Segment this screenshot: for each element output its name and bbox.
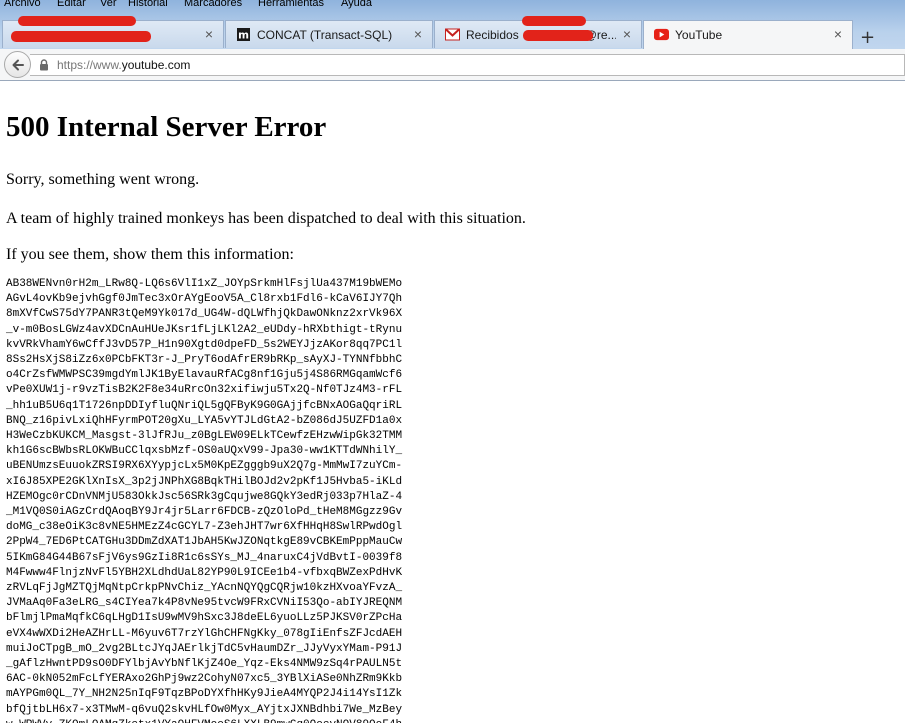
redaction-mark: [523, 30, 593, 41]
debug-info-line: _gAflzHwntPD9sO0DFYlbjAvYbNflKjZ4Oe_Yqz-…: [6, 658, 403, 671]
debug-info-line: eVX4wWXDi2HeAZHrLL-M6yuv6T7rzYlGhCHFNgKk…: [6, 627, 403, 640]
debug-info-line: H3WeCzbKUKCM_Masgst-3lJfRJu_z0BgLEW09ELk…: [6, 430, 403, 443]
close-tab-icon[interactable]: ×: [414, 26, 422, 42]
menu-herramientas[interactable]: Herramientas: [258, 0, 324, 9]
menu-historial[interactable]: Historial: [128, 0, 168, 9]
debug-info-line: JVMaAq0Fa3eLRG_s4CIYea7k4P8vNe95tvcW9FRx…: [6, 597, 403, 610]
debug-info-line: _hh1uB5U6q1T1726npDDIyfluQNriQL5gQFByK9G…: [6, 399, 403, 412]
debug-info-line: kh1G6scBWbsRLOKWBuCClqxsbMzf-OS0aUQxV99-…: [6, 445, 403, 458]
debug-info-line: vPe0XUW1j-r9vzTisB2K2F8e34uRrcOn32xifiwj…: [6, 384, 403, 397]
menu-bar: Archivo Editar Ver Historial Marcadores …: [0, 0, 905, 12]
tab-title: CONCAT (Transact-SQL): [257, 28, 393, 42]
debug-info-line: _M1VQ0S0iAGzCrdQAoqBY9Jr4jr5Larr6FDCB-zQ…: [6, 506, 403, 519]
debug-info-line: kvVRkVhamY6wCffJ3vD57P_H1n90Xgtd0dpeFD_5…: [6, 338, 403, 351]
redaction-mark: [11, 31, 151, 42]
redaction-mark: [18, 16, 136, 26]
redaction-mark: [522, 16, 586, 26]
url-domain: youtube.com: [121, 58, 191, 72]
debug-info-line: AGvL4ovKb9ejvhGgf0JmTec3xOrAYgEooV5A_Cl8…: [6, 293, 403, 306]
debug-info-line: bFlmjlPmaMqfkC6qLHgD1IsU9wMV9hSxc3J8deEL…: [6, 612, 403, 625]
tab-title: YouTube: [675, 28, 723, 42]
debug-info-line: AB38WENvn0rH2m_LRw8Q-LQ6s6VlI1xZ_JOYpSrk…: [6, 278, 403, 290]
menu-marcadores[interactable]: Marcadores: [184, 0, 242, 9]
menu-ver[interactable]: Ver: [100, 0, 117, 9]
close-tab-icon[interactable]: ×: [623, 26, 631, 42]
back-button[interactable]: [4, 51, 31, 78]
new-tab-button[interactable]: +: [860, 27, 875, 48]
msdn-m-icon: m: [237, 28, 250, 41]
debug-info-line: uBENUmzsEuuokZRSI9RX6XYypjcLx5M0KpEZgggb…: [6, 460, 403, 473]
error-description: A team of highly trained monkeys has bee…: [6, 210, 526, 227]
debug-info-line: _v-m0BosLGWz4avXDCnAuHUeJKsr1fLjLKl2A2_e…: [6, 323, 403, 336]
url-prefix: https://www.: [57, 58, 122, 72]
debug-info-line: 6AC-0kN052mFcLfYERAxo2GhPj9wz2CohyN07xc5…: [6, 673, 403, 686]
debug-info-line: doMG_c38eOiK3c8vNE5HMEzZ4cGCYL7-Z3ehJHT7…: [6, 521, 403, 534]
menu-editar[interactable]: Editar: [57, 0, 86, 9]
url-bar[interactable]: https://www.youtube.com: [30, 54, 905, 76]
url-text[interactable]: https://www.youtube.com: [57, 58, 190, 72]
debug-info-line: M4Fwww4FlnjzNvFl5YBH2XLdhdUaL82YP90L9ICE…: [6, 566, 403, 579]
svg-text:m: m: [238, 29, 249, 41]
tab-title-prefix: Recibidos: [466, 28, 519, 42]
debug-info-line: w_WPWVy_ZKOmLOAMqZkctx1VYaOHFVMeoS6LXXLB…: [6, 719, 402, 723]
gmail-icon: [445, 28, 460, 41]
error-heading: 500 Internal Server Error: [6, 111, 327, 143]
debug-info-line: 5IKmG84G44B67sFjV6ys9GzIi8R1c6sSYs_MJ_4n…: [6, 551, 403, 564]
debug-info-line: xI6J85XPE2GKlXnIsX_3p2jJNPhXG8BqkTHilBOJ…: [6, 475, 403, 488]
error-instruction: If you see them, show them this informat…: [6, 246, 294, 263]
lock-icon[interactable]: [39, 59, 49, 71]
debug-info-line: 8mXVfCwS75dY7PANR3tQeM9Yk017d_UG4W-dQLWf…: [6, 308, 403, 321]
page-content: 500 Internal Server Error Sorry, somethi…: [0, 81, 905, 723]
tab-concat-transact-sql[interactable]: m CONCAT (Transact-SQL) ×: [225, 20, 433, 48]
tab-youtube[interactable]: YouTube ×: [643, 20, 853, 49]
browser-chrome: Archivo Editar Ver Historial Marcadores …: [0, 0, 905, 81]
navigation-bar: https://www.youtube.com: [0, 49, 905, 80]
menu-ayuda[interactable]: Ayuda: [341, 0, 372, 9]
menu-archivo[interactable]: Archivo: [4, 0, 41, 9]
back-arrow-icon: [12, 59, 24, 71]
close-tab-icon[interactable]: ×: [205, 26, 213, 42]
debug-info-line: bfQjtbLH6x7-x3TMwM-q6vuQ2skvHLfOw0Myx_AY…: [6, 703, 403, 716]
debug-info-line: 2PpW4_7ED6PtCATGHu3DDmZdXAT1JbAH5KwJZONq…: [6, 536, 403, 549]
debug-info-line: HZEMOgc0rCDnVNMjU583OkkJsc56SRk3gCqujwe8…: [6, 490, 403, 503]
debug-info-line: BNQ_z16pivLxiQhHFyrmPOT20gXu_LYA5vYTJLdG…: [6, 414, 403, 427]
error-message: Sorry, something went wrong.: [6, 171, 200, 188]
debug-info-line: o4CrZsfWMWPSC39mgdYmlJK1ByElavauRfACg8nf…: [6, 369, 403, 382]
debug-info-line: 8Ss2HsXjS8iZz6x0PCbFKT3r-J_PryT6odAfrER9…: [6, 354, 403, 367]
youtube-icon: [654, 28, 669, 41]
debug-info-line: zRVLqFjJgMZTQjMqNtpCrkpPNvChiz_YAcnNQYQg…: [6, 582, 403, 595]
debug-info-block: AB38WENvn0rH2m_LRw8Q-LQ6s6VlI1xZ_JOYpSrk…: [6, 277, 402, 723]
debug-info-line: mAYPGm0QL_7Y_NH2N25nIqF9TqzBPoDYXfhHKy9J…: [6, 688, 403, 701]
close-tab-icon[interactable]: ×: [834, 26, 842, 42]
debug-info-line: muiJoCTpgB_mO_2vg2BLtcJYqJAErlkjTdC5vHau…: [6, 642, 403, 655]
